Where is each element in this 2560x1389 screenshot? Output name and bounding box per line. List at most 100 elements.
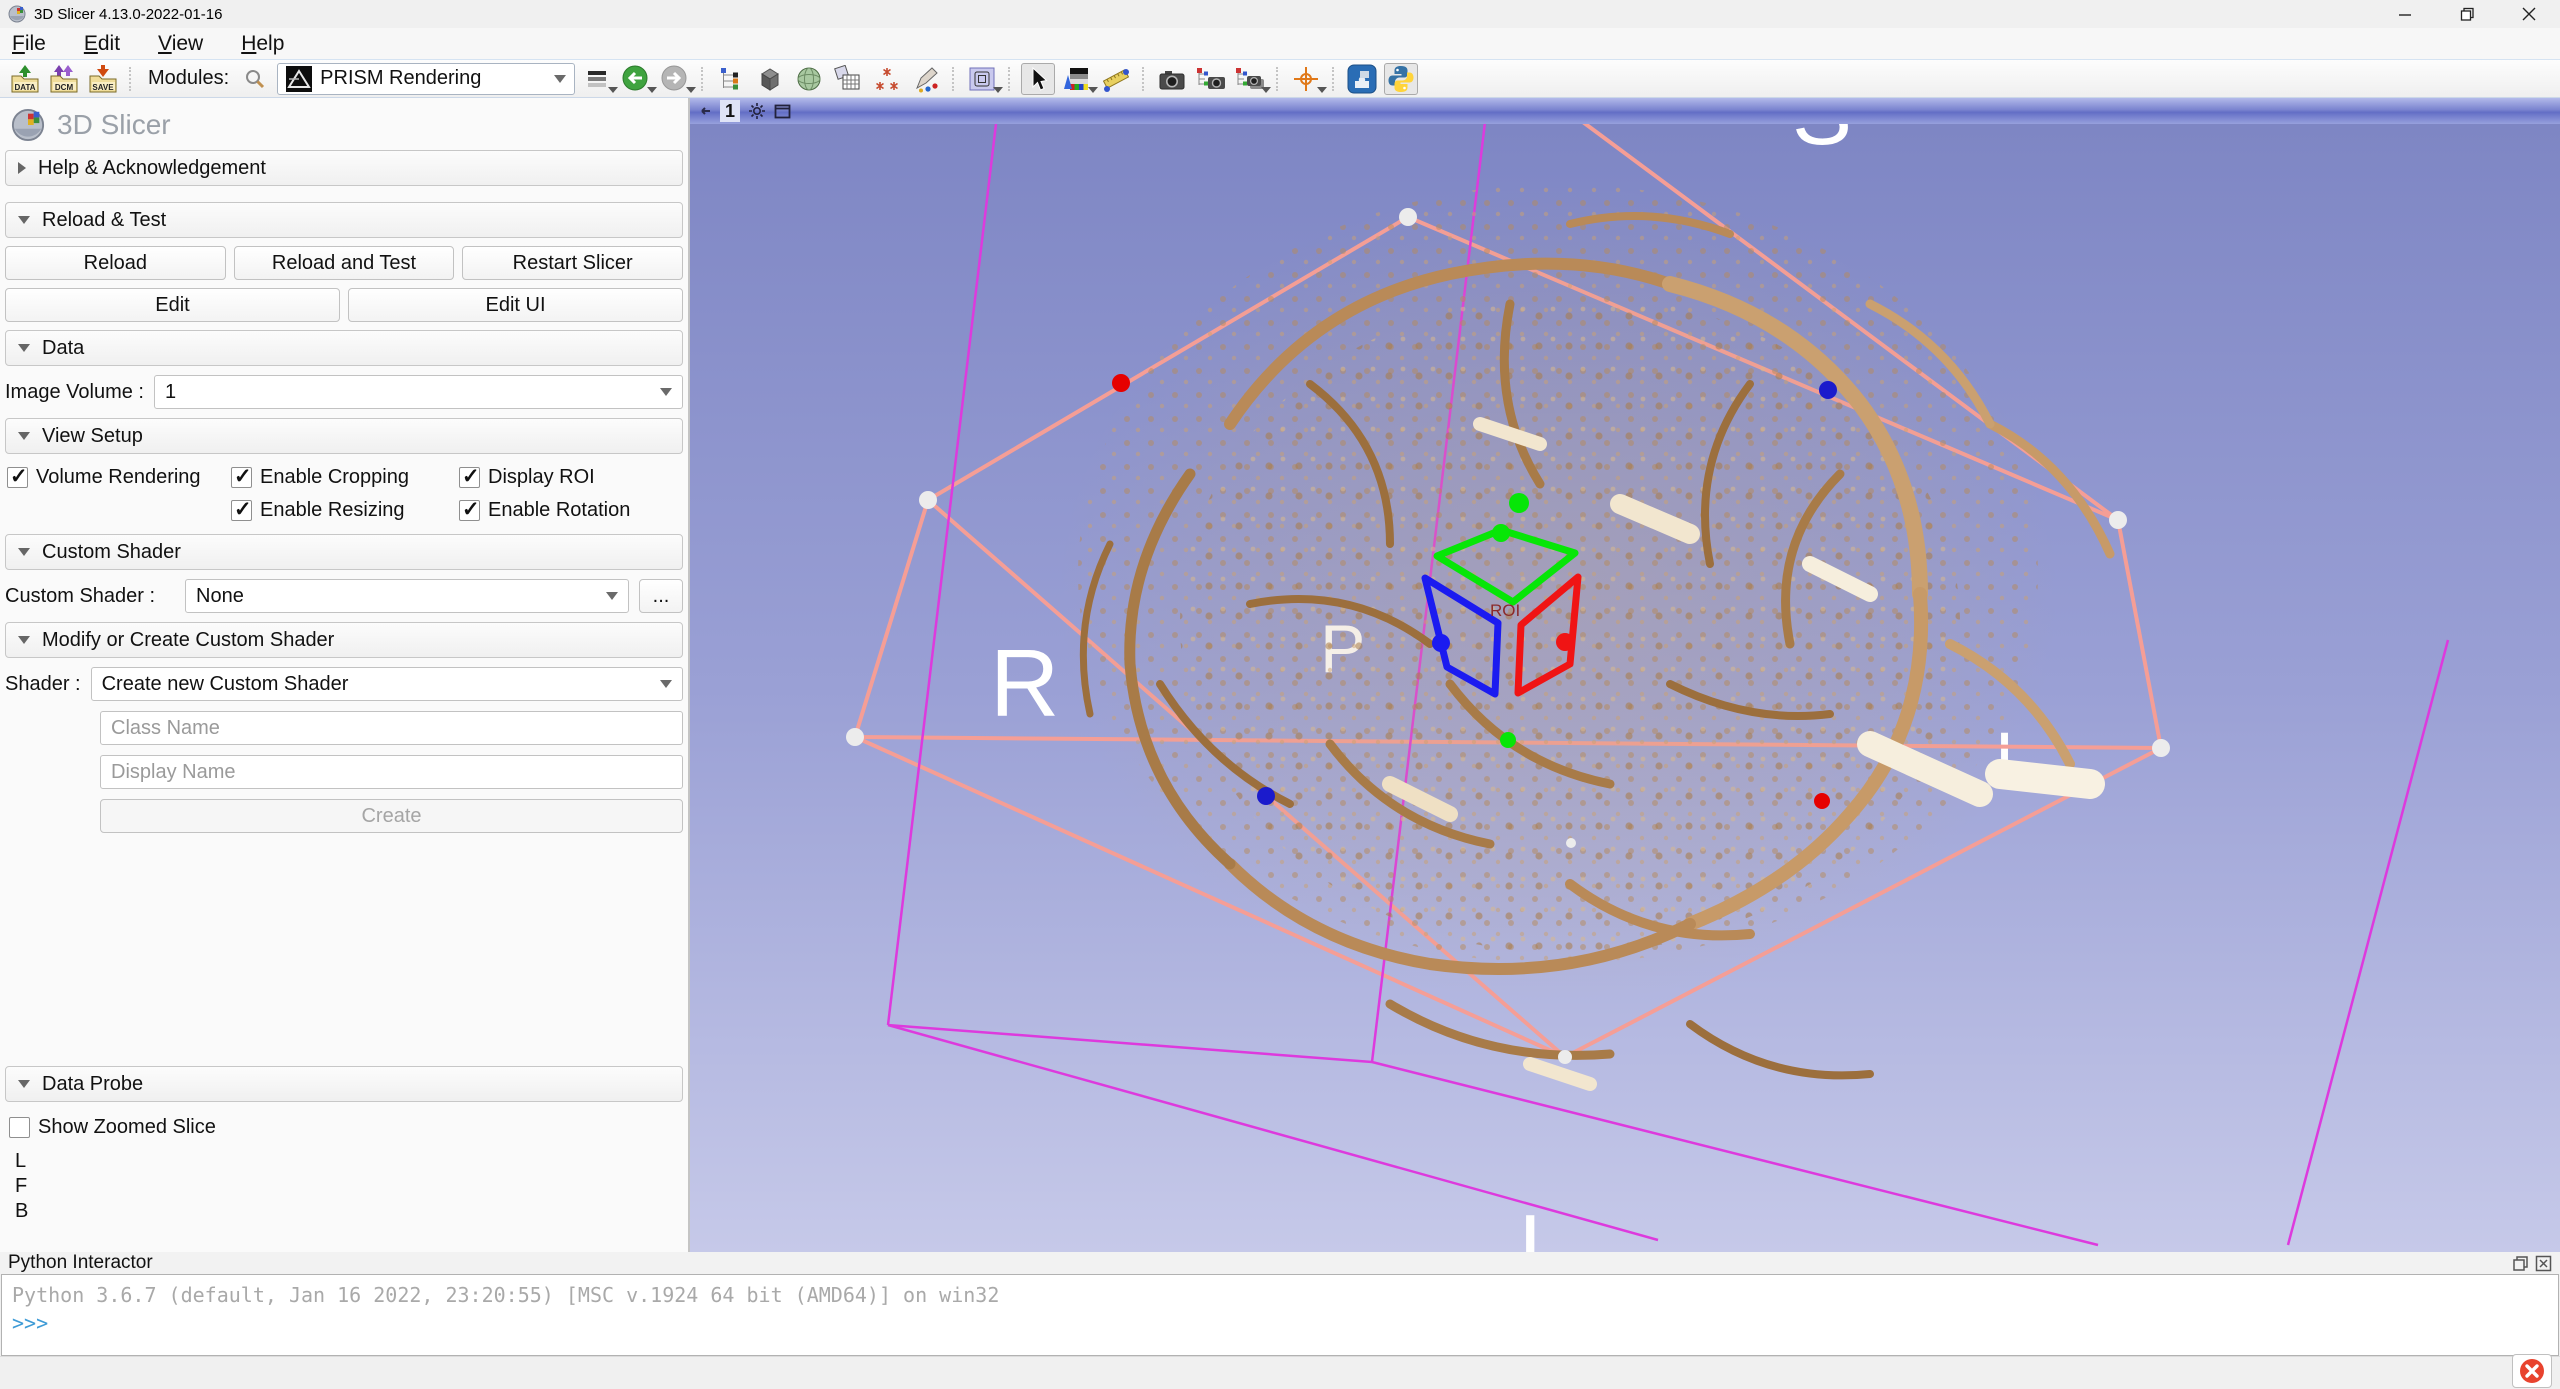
create-shader-button[interactable]: Create xyxy=(100,799,683,833)
custom-shader-value: None xyxy=(196,585,244,608)
ruler-icon xyxy=(1101,65,1131,93)
menu-file[interactable]: File xyxy=(12,32,46,56)
roi-green-edge-handle[interactable] xyxy=(1492,524,1510,542)
volume-cube-button[interactable] xyxy=(753,63,787,95)
class-name-field[interactable] xyxy=(100,711,683,745)
shader-options-button[interactable]: ... xyxy=(639,579,683,613)
checkbox-checked-icon xyxy=(459,467,480,488)
slicer-logo-icon xyxy=(11,108,45,142)
menu-edit[interactable]: Edit xyxy=(84,32,120,56)
view-pin-icon[interactable] xyxy=(698,104,712,118)
extensions-manager-button[interactable] xyxy=(1345,63,1379,95)
close-button[interactable] xyxy=(2498,0,2560,28)
module-panel-title: 3D Slicer xyxy=(57,109,171,141)
load-data-button[interactable]: DATA xyxy=(8,63,42,95)
volume-sphere-button[interactable] xyxy=(792,63,826,95)
modules-combobox[interactable]: PRISM Rendering xyxy=(277,63,575,95)
module-hierarchy-button[interactable] xyxy=(714,63,748,95)
toolbar-separator xyxy=(1276,67,1280,91)
scene-view-button[interactable] xyxy=(1194,63,1228,95)
chevron-down-icon xyxy=(608,87,618,93)
markups-pen-button[interactable] xyxy=(909,63,943,95)
volume-presets-button[interactable] xyxy=(1060,63,1094,95)
modules-label: Modules: xyxy=(148,67,229,90)
module-history-button[interactable] xyxy=(580,63,614,95)
transform-grid-icon xyxy=(834,65,862,93)
module-header: 3D Slicer xyxy=(5,98,683,146)
enable-rotation-checkbox[interactable]: Enable Rotation xyxy=(459,499,681,522)
roi-green-lower-handle[interactable] xyxy=(1500,732,1516,748)
edit-button[interactable]: Edit xyxy=(5,288,340,322)
section-reload-test[interactable]: Reload & Test xyxy=(5,202,683,238)
python-console[interactable]: Python 3.6.7 (default, Jan 16 2022, 23:2… xyxy=(1,1274,2559,1356)
display-roi-checkbox[interactable]: Display ROI xyxy=(459,466,681,489)
probe-layer-f: F xyxy=(15,1174,683,1199)
load-dicom-button[interactable]: DCM xyxy=(47,63,81,95)
section-label: Modify or Create Custom Shader xyxy=(42,629,334,652)
section-view-setup[interactable]: View Setup xyxy=(5,418,683,454)
module-search-button[interactable] xyxy=(238,63,272,95)
python-interactor-header: Python Interactor xyxy=(0,1252,2560,1274)
section-modify-create-shader[interactable]: Modify or Create Custom Shader xyxy=(5,622,683,658)
roi-green-handle[interactable] xyxy=(1509,493,1529,513)
crosshair-button[interactable] xyxy=(1289,63,1323,95)
undock-panel-icon[interactable] xyxy=(2512,1255,2529,1272)
orientation-letter-s: S xyxy=(1792,124,1852,164)
reload-button[interactable]: Reload xyxy=(5,246,226,280)
hierarchy-tree-icon xyxy=(718,66,744,92)
module-back-button[interactable] xyxy=(619,63,653,95)
expanded-arrow-icon xyxy=(18,344,30,352)
show-zoomed-slice-checkbox[interactable]: Show Zoomed Slice xyxy=(9,1116,683,1139)
menu-view[interactable]: View xyxy=(158,32,203,56)
python-version-banner: Python 3.6.7 (default, Jan 16 2022, 23:2… xyxy=(12,1281,2548,1309)
section-help-acknowledgement[interactable]: Help & Acknowledgement xyxy=(5,150,683,186)
menu-help[interactable]: Help xyxy=(241,32,284,56)
view-crosshair-icon[interactable] xyxy=(748,102,766,120)
error-log-button[interactable] xyxy=(2512,1354,2552,1388)
maximize-button[interactable] xyxy=(2436,0,2498,28)
checkbox-label: Display ROI xyxy=(488,466,595,489)
view-maximize-icon[interactable] xyxy=(774,104,791,119)
section-data[interactable]: Data xyxy=(5,330,683,366)
expanded-arrow-icon xyxy=(18,432,30,440)
threed-view: 1 xyxy=(690,98,2560,1252)
section-label: Data Probe xyxy=(42,1073,143,1096)
toolbar-separator xyxy=(1142,67,1146,91)
enable-resizing-checkbox[interactable]: Enable Resizing xyxy=(231,499,459,522)
expanded-arrow-icon xyxy=(18,548,30,556)
module-forward-button[interactable] xyxy=(658,63,692,95)
shader-value: Create new Custom Shader xyxy=(102,673,349,696)
python-console-button[interactable] xyxy=(1384,63,1418,95)
cursor-arrow-icon xyxy=(1025,65,1051,93)
screenshot-button[interactable] xyxy=(1155,63,1189,95)
fiducials-button[interactable] xyxy=(870,63,904,95)
panel-spacer xyxy=(5,838,683,1062)
display-name-field[interactable] xyxy=(100,755,683,789)
save-data-button[interactable]: SAVE xyxy=(86,63,120,95)
chevron-down-icon xyxy=(686,87,696,93)
section-custom-shader[interactable]: Custom Shader xyxy=(5,534,683,570)
enable-cropping-checkbox[interactable]: Enable Cropping xyxy=(231,466,459,489)
roi-text-label: ROI xyxy=(1490,601,1520,620)
roi-red-handle[interactable] xyxy=(1556,633,1574,651)
expanded-arrow-icon xyxy=(18,1080,30,1088)
restart-slicer-button[interactable]: Restart Slicer xyxy=(462,246,683,280)
custom-shader-combobox[interactable]: None xyxy=(185,579,629,613)
mouse-interaction-button[interactable] xyxy=(1021,63,1055,95)
edit-ui-button[interactable]: Edit UI xyxy=(348,288,683,322)
scene-views-button[interactable] xyxy=(1233,63,1267,95)
transforms-button[interactable] xyxy=(831,63,865,95)
module-panel: 3D Slicer Help & Acknowledgement Reload … xyxy=(0,98,690,1252)
reload-and-test-button[interactable]: Reload and Test xyxy=(234,246,455,280)
image-volume-combobox[interactable]: 1 xyxy=(154,375,683,409)
layout-button[interactable] xyxy=(965,63,999,95)
measurements-button[interactable] xyxy=(1099,63,1133,95)
threed-viewport[interactable]: S R P L I xyxy=(690,124,2560,1252)
minimize-button[interactable] xyxy=(2374,0,2436,28)
shader-combobox[interactable]: Create new Custom Shader xyxy=(91,667,683,701)
volume-rendering-checkbox[interactable]: Volume Rendering xyxy=(7,466,231,489)
checkbox-label: Enable Rotation xyxy=(488,499,630,522)
close-panel-icon[interactable] xyxy=(2535,1255,2552,1272)
roi-blue-handle[interactable] xyxy=(1432,634,1450,652)
section-data-probe[interactable]: Data Probe xyxy=(5,1066,683,1102)
